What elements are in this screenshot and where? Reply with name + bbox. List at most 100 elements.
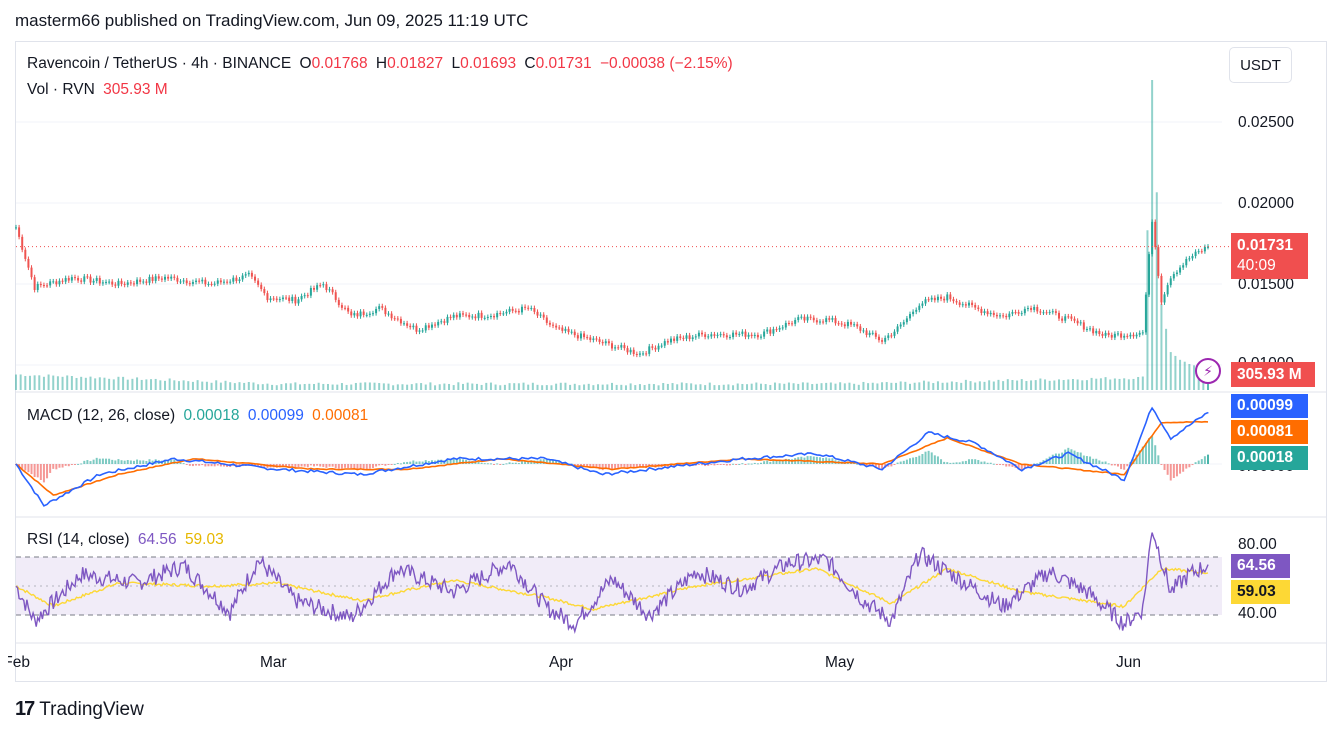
macd-histogram-bar [195,464,198,466]
macd-histogram-bar [1163,464,1166,470]
macd-histogram-bar [89,461,92,464]
candle-body [1070,316,1073,319]
lightning-icon[interactable]: ⚡ [1195,358,1221,384]
volume-bar [992,381,995,390]
candle-body [909,314,911,319]
volume-bar [550,385,553,390]
candle-body [1014,312,1017,314]
volume-label[interactable]: Vol · RVN [27,81,95,98]
volume-bar [713,385,716,390]
volume-bar [98,377,101,390]
volume-bar [727,384,730,390]
volume-bar [438,384,441,390]
macd-histogram-bar [930,452,933,464]
volume-bar [396,384,399,390]
candle-body [747,334,750,337]
macd-histogram-bar [489,463,492,465]
candle-body [579,333,582,339]
macd-histogram-bar [1126,464,1129,467]
volume-bar [559,382,562,390]
macd-histogram-bar [924,451,927,464]
candle-body [1132,334,1135,337]
candle-body [92,280,95,283]
candle-body [1185,258,1188,266]
volume-bar [829,382,832,390]
macd-histogram-bar [710,464,713,466]
chart-canvas[interactable] [0,0,1341,735]
volume-bar [42,376,45,390]
candle-body [725,335,728,338]
volume-badge: 305.93 M [1231,362,1315,387]
macd-histogram-bar [365,464,368,470]
candle-body [344,307,347,309]
volume-bar [462,383,464,390]
macd-histogram-bar [108,458,111,464]
macd-histogram-bar [1194,462,1197,464]
macd-histogram-bar [1188,464,1191,468]
macd-histogram-bar [207,464,210,467]
macd-histogram-bar [775,460,778,464]
macd-histogram-bar [216,464,219,466]
candle-body [648,346,651,354]
volume-bar [904,381,907,390]
volume-bar [1058,379,1060,390]
candle-body [105,281,108,283]
macd-histogram-bar [83,460,86,464]
candle-body [176,277,179,282]
volume-bar [471,383,474,390]
macd-histogram-bar [623,464,626,468]
macd-histogram-bar [964,460,967,464]
volume-bar [573,383,576,390]
volume-legend: Vol · RVN 305.93 M [27,81,172,99]
volume-bar [638,384,641,390]
symbol-label[interactable]: Ravencoin / TetherUS · 4h · BINANCE [27,55,291,72]
macd-legend: MACD (12, 26, close) 0.00018 0.00099 0.0… [27,407,372,425]
macd-histogram-bar [809,456,812,464]
candle-body [399,318,402,324]
volume-bar [191,381,194,390]
macd-histogram-bar [300,464,303,467]
currency-button[interactable]: USDT [1229,47,1292,83]
candle-body [396,318,399,320]
candle-body [1002,315,1005,317]
volume-bar [676,384,679,390]
volume-bar [378,383,381,390]
macd-histogram-bar [1166,464,1169,475]
macd-histogram-bar [1073,450,1076,464]
candle-body [967,302,970,306]
volume-bar [1113,378,1116,390]
macd-histogram-bar [505,463,508,465]
candle-body [769,329,772,334]
volume-bar [168,378,171,390]
rsi-title[interactable]: RSI (14, close) [27,531,130,548]
volume-bar [392,385,395,390]
candle-body [1172,274,1175,279]
candle-body [974,305,977,308]
candle-body [294,296,297,304]
volume-bar [215,380,218,390]
candle-body [1036,306,1039,312]
macd-histogram-bar [319,464,322,467]
macd-histogram-bar [120,460,123,464]
candle-body [1098,330,1101,334]
candle-body [744,331,747,337]
macd-title[interactable]: MACD (12, 26, close) [27,407,175,424]
volume-bar [108,378,111,390]
candle-body [132,283,135,285]
candle-body [117,280,120,286]
volume-bar [28,375,31,390]
candle-body [707,336,710,338]
tradingview-footer[interactable]: 17 TradingView [15,698,144,721]
candle-body [539,314,542,316]
macd-histogram-bar [1051,454,1054,464]
candle-body [859,326,862,331]
macd-histogram-bar [496,463,499,465]
candle-body [222,281,225,283]
candle-body [337,299,340,306]
macd-histogram-bar [129,460,132,464]
macd-histogram-bar [517,463,520,465]
volume-bar [531,382,534,390]
candle-body [995,314,998,317]
macd-histogram-bar [812,456,815,464]
macd-histogram-bar [1002,464,1005,466]
